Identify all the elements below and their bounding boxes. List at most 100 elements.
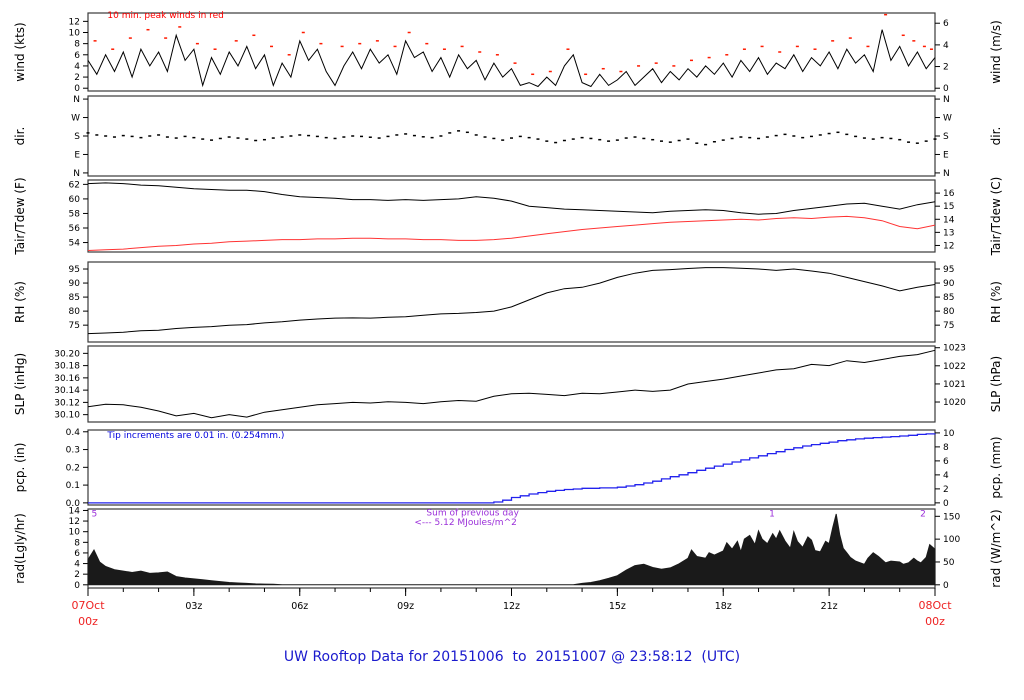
wind-direction-deg-point — [775, 135, 778, 137]
tick-label-right-pcp: 4 — [943, 471, 949, 481]
wind-direction-deg-point — [325, 137, 328, 139]
wind-direction-deg-point — [634, 136, 637, 138]
chart-title: UW Rooftop Data for 20151006 to 20151007… — [0, 649, 1024, 665]
wind-direction-deg-point — [184, 136, 187, 138]
wind-direction-deg-point — [572, 138, 575, 140]
wind-direction-deg-point — [554, 142, 557, 144]
peak-wind-kts-point — [164, 37, 167, 39]
tick-label-left-slp: 30.10 — [54, 411, 80, 421]
tick-label-right-pcp: 8 — [943, 443, 949, 453]
peak-wind-kts-point — [549, 71, 552, 73]
wind-direction-deg-point — [139, 137, 142, 139]
wind-speed-kts-series — [88, 30, 935, 87]
tick-label-left-wind: 0 — [74, 84, 80, 94]
x-tick-label: 15z — [609, 601, 626, 612]
wind-direction-deg-point — [819, 134, 822, 136]
axis-label-right-tair: Tair/Tdew (C) — [989, 177, 1003, 257]
wind-direction-deg-point — [289, 135, 292, 137]
axis-label-right-wind: wind (m/s) — [989, 20, 1003, 84]
peak-wind-kts-point — [619, 71, 622, 73]
peak-wind-kts-point — [302, 32, 305, 34]
wind-direction-deg-point — [219, 138, 222, 140]
panel-frame-pcp — [88, 430, 935, 505]
peak-wind-kts-point — [94, 40, 97, 42]
panel-note-rad: Sum of previous day — [426, 508, 519, 518]
tick-label-left-slp: 30.20 — [54, 349, 80, 359]
axis-label-left-dir: dir. — [13, 127, 27, 146]
tick-label-right-slp: 1021 — [943, 380, 966, 390]
wind-direction-deg-point — [625, 137, 628, 139]
tick-label-right-tair: 15 — [943, 202, 954, 212]
tick-label-right-rad: 150 — [943, 512, 960, 522]
wind-direction-deg-point — [598, 139, 601, 141]
peak-wind-kts-point — [425, 43, 428, 45]
tick-label-right-pcp: 6 — [943, 457, 949, 467]
tick-label-left-tair: 60 — [69, 195, 81, 205]
tick-label-left-dir: S — [74, 132, 80, 142]
tick-label-left-rad: 2 — [74, 570, 80, 580]
tair-f-series — [88, 183, 935, 214]
x-tick-label: 09z — [397, 601, 414, 612]
tick-label-left-wind: 12 — [69, 17, 80, 27]
panel-note-rad: <--- 5.12 MJoules/m^2 — [414, 518, 516, 528]
tick-label-right-rh: 75 — [943, 321, 954, 331]
wind-direction-deg-point — [254, 140, 257, 142]
wind-direction-deg-point — [113, 136, 116, 138]
peak-wind-kts-point — [725, 54, 728, 56]
wind-direction-deg-point — [210, 139, 213, 141]
wind-direction-deg-point — [422, 136, 425, 138]
tick-label-right-pcp: 2 — [943, 485, 949, 495]
wind-direction-deg-point — [545, 140, 548, 142]
peak-wind-kts-point — [408, 32, 411, 34]
tick-label-left-rh: 75 — [69, 321, 80, 331]
wind-direction-deg-point — [731, 138, 734, 140]
wind-direction-deg-point — [845, 134, 848, 136]
peak-wind-kts-point — [796, 46, 799, 48]
x-tick-label: 00z — [925, 615, 945, 628]
wind-direction-deg-point — [695, 142, 698, 144]
wind-direction-deg-point — [510, 137, 513, 139]
wind-direction-deg-point — [581, 137, 584, 139]
wind-direction-deg-point — [192, 137, 195, 139]
peak-wind-kts-point — [196, 43, 199, 45]
wind-direction-deg-point — [501, 139, 504, 141]
tdew-f-series — [88, 216, 935, 250]
tick-label-left-tair: 54 — [69, 239, 81, 249]
tick-label-left-tair: 58 — [69, 209, 81, 219]
peak-wind-kts-point — [111, 48, 114, 50]
wind-direction-deg-point — [713, 141, 716, 143]
peak-wind-kts-point — [146, 29, 149, 31]
wind-direction-deg-point — [413, 135, 416, 137]
tick-label-left-rh: 90 — [69, 279, 81, 289]
tick-label-right-rad: 100 — [943, 535, 960, 545]
tick-label-left-rh: 95 — [69, 265, 80, 275]
wind-direction-deg-point — [245, 138, 248, 140]
panel-note-rad: 2 — [920, 509, 926, 519]
wind-direction-deg-point — [166, 136, 169, 138]
peak-wind-kts-point — [214, 48, 217, 50]
wind-direction-deg-point — [378, 137, 381, 139]
tick-label-right-dir: W — [943, 114, 952, 124]
wind-direction-deg-point — [651, 139, 654, 141]
peak-wind-kts-point — [672, 65, 675, 67]
panel-frame-wind — [88, 13, 935, 91]
slp-inhg-series — [88, 350, 935, 417]
precip-accum-in-series — [88, 434, 935, 503]
peak-wind-kts-point — [912, 40, 915, 42]
peak-wind-kts-point — [319, 43, 322, 45]
tick-label-left-slp: 30.16 — [54, 374, 80, 384]
wind-direction-deg-point — [386, 136, 389, 138]
wind-direction-deg-point — [272, 137, 275, 139]
peak-wind-kts-point — [443, 48, 446, 50]
wind-direction-deg-point — [881, 137, 884, 139]
peak-wind-kts-point — [866, 46, 869, 48]
x-tick-label: 06z — [291, 601, 308, 612]
wind-direction-deg-point — [669, 141, 672, 143]
peak-wind-kts-point — [743, 48, 746, 50]
peak-wind-kts-point — [235, 40, 238, 42]
tick-label-left-wind: 2 — [74, 73, 80, 83]
tick-label-left-rad: 12 — [69, 517, 80, 527]
tick-label-left-dir: E — [74, 150, 80, 160]
tick-label-right-tair: 12 — [943, 241, 954, 251]
panel-note-rad: 1 — [769, 509, 775, 519]
